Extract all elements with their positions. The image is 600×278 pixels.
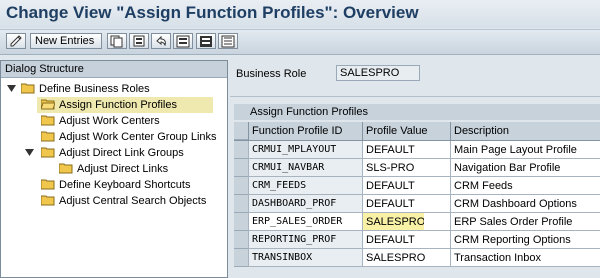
tree-item-adjust-direct-links[interactable]: Adjust Direct Links: [59, 161, 225, 177]
table-header: Function Profile ID Profile Value Descri…: [234, 122, 600, 141]
function-profile-id-cell[interactable]: REPORTING_PROF: [248, 231, 362, 249]
dialog-structure-header: Dialog Structure: [1, 61, 227, 78]
copy-icon[interactable]: [107, 33, 127, 49]
description-cell: CRM Dashboard Options: [450, 195, 600, 213]
tree-item-define-keyboard-shortcuts[interactable]: Define Keyboard Shortcuts: [41, 177, 225, 193]
tree-item-adjust-work-centers[interactable]: Adjust Work Centers: [41, 113, 225, 129]
row-selector[interactable]: [234, 195, 248, 213]
column-header-function-profile-id[interactable]: Function Profile ID: [248, 122, 362, 140]
folder-open-icon: [41, 99, 55, 110]
profile-value-cell-padding: [424, 213, 450, 231]
row-selector[interactable]: [234, 249, 248, 267]
tree-item-label: Adjust Direct Link Groups: [59, 147, 184, 159]
deselect-icon[interactable]: [218, 33, 238, 49]
profile-value-cell[interactable]: SALESPRO: [362, 213, 424, 231]
row-selector[interactable]: [234, 159, 248, 177]
dialog-structure-panel: Dialog Structure Define Business Roles A…: [0, 60, 228, 278]
description-cell: CRM Reporting Options: [450, 231, 600, 249]
description-cell: Main Page Layout Profile: [450, 141, 600, 159]
tree-item-label: Adjust Direct Links: [77, 163, 169, 175]
table-row[interactable]: TRANSINBOX SALESPRO Transaction Inbox: [234, 249, 600, 267]
business-role-field: SALESPRO: [336, 65, 420, 81]
function-profile-id-cell[interactable]: CRMUI_NAVBAR: [248, 159, 362, 177]
folder-icon: [41, 147, 55, 158]
profile-value-cell[interactable]: DEFAULT: [362, 177, 450, 195]
tree-item-label: Define Keyboard Shortcuts: [59, 179, 191, 191]
edit-icon[interactable]: [6, 33, 26, 49]
new-entries-button[interactable]: New Entries: [30, 33, 102, 49]
toolbar: New Entries: [0, 29, 600, 55]
expand-arrow-icon[interactable]: [7, 85, 16, 92]
profile-value-cell[interactable]: SLS-PRO: [362, 159, 450, 177]
profile-value-cell[interactable]: DEFAULT: [362, 231, 450, 249]
table-row-highlighted[interactable]: ERP_SALES_ORDER SALESPRO ERP Sales Order…: [234, 213, 600, 231]
row-selector[interactable]: [234, 141, 248, 159]
tree-item-adjust-central-search-objects[interactable]: Adjust Central Search Objects: [41, 193, 225, 209]
function-profile-id-cell[interactable]: CRM_FEEDS: [248, 177, 362, 195]
expand-arrow-icon[interactable]: [25, 149, 34, 156]
description-cell: CRM Feeds: [450, 177, 600, 195]
column-header-description[interactable]: Description: [450, 122, 600, 140]
table-row[interactable]: CRMUI_MPLAYOUT DEFAULT Main Page Layout …: [234, 141, 600, 159]
table-row[interactable]: CRM_FEEDS DEFAULT CRM Feeds: [234, 177, 600, 195]
row-selector[interactable]: [234, 213, 248, 231]
folder-icon: [41, 131, 55, 142]
profile-value-cell[interactable]: DEFAULT: [362, 195, 450, 213]
table-row[interactable]: REPORTING_PROF DEFAULT CRM Reporting Opt…: [234, 231, 600, 249]
table-row[interactable]: DASHBOARD_PROF DEFAULT CRM Dashboard Opt…: [234, 195, 600, 213]
row-selector[interactable]: [234, 231, 248, 249]
description-cell: Navigation Bar Profile: [450, 159, 600, 177]
folder-icon: [59, 163, 73, 174]
profile-value-cell[interactable]: SALESPRO: [362, 249, 450, 267]
main-panel: Business Role SALESPRO Assign Function P…: [230, 60, 600, 278]
table-title: Assign Function Profiles: [234, 104, 600, 120]
description-cell: Transaction Inbox: [450, 249, 600, 267]
tree-item-label: Define Business Roles: [39, 83, 150, 95]
business-role-label: Business Role: [236, 68, 307, 80]
function-profile-id-cell[interactable]: ERP_SALES_ORDER: [248, 213, 362, 231]
function-profile-id-cell[interactable]: TRANSINBOX: [248, 249, 362, 267]
page-title: Change View "Assign Function Profiles": …: [6, 3, 419, 22]
folder-icon: [41, 179, 55, 190]
row-selector[interactable]: [234, 177, 248, 195]
profile-value-cell[interactable]: DEFAULT: [362, 141, 450, 159]
function-profile-id-cell[interactable]: CRMUI_MPLAYOUT: [248, 141, 362, 159]
divider: [230, 96, 600, 97]
select-all-icon[interactable]: [173, 33, 193, 49]
tree-item-label: Adjust Work Center Group Links: [59, 131, 217, 143]
tree-item-label: Adjust Work Centers: [59, 115, 160, 127]
function-profile-id-cell[interactable]: DASHBOARD_PROF: [248, 195, 362, 213]
table-row[interactable]: CRMUI_NAVBAR SLS-PRO Navigation Bar Prof…: [234, 159, 600, 177]
tree-item-label: Adjust Central Search Objects: [59, 195, 207, 207]
column-header-profile-value[interactable]: Profile Value: [362, 122, 450, 140]
select-block-icon[interactable]: [196, 33, 216, 49]
delete-icon[interactable]: [129, 33, 149, 49]
title-bar: Change View "Assign Function Profiles": …: [0, 0, 600, 28]
folder-open-icon: [21, 83, 35, 94]
undo-icon[interactable]: [151, 33, 171, 49]
tree-item-assign-function-profiles[interactable]: Assign Function Profiles: [37, 97, 213, 113]
tree-item-adjust-direct-link-groups[interactable]: Adjust Direct Link Groups: [21, 145, 225, 161]
tree-item-adjust-work-center-group-links[interactable]: Adjust Work Center Group Links: [41, 129, 225, 145]
folder-icon: [41, 115, 55, 126]
tree-item-label: Assign Function Profiles: [59, 99, 177, 111]
description-cell: ERP Sales Order Profile: [450, 213, 600, 231]
folder-icon: [41, 195, 55, 206]
select-all-column-header[interactable]: [234, 122, 248, 140]
tree-item-define-business-roles[interactable]: Define Business Roles: [3, 81, 225, 97]
